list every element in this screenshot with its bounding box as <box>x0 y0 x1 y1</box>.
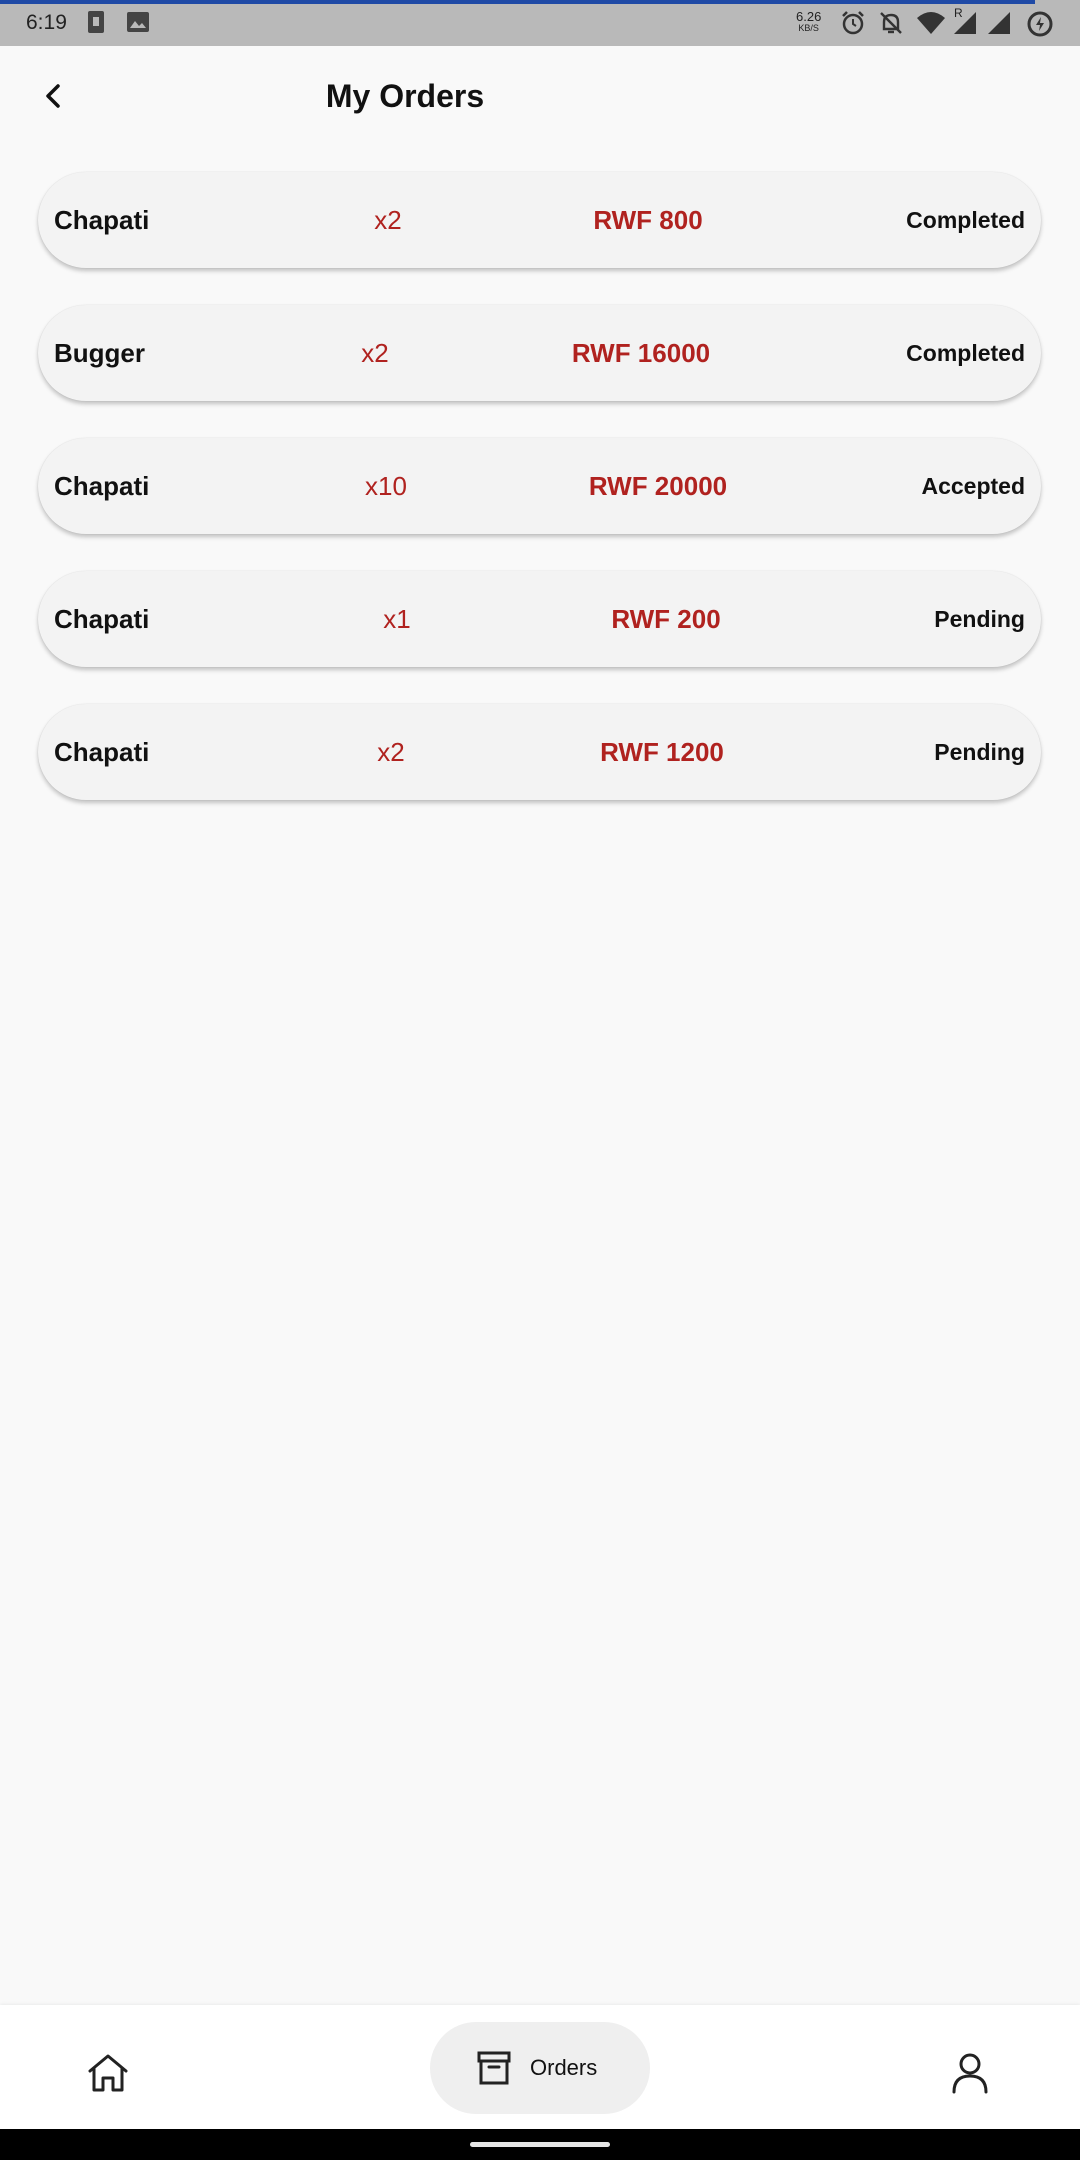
nav-orders-label: Orders <box>530 2055 598 2080</box>
order-price: RWF 200 <box>611 604 721 634</box>
archive-box-icon <box>477 2051 511 2085</box>
network-speed: 6.26 KB/S <box>796 10 821 33</box>
notifications-off-icon <box>878 10 904 42</box>
order-item-name: Chapati <box>54 205 150 235</box>
order-status: Pending <box>934 606 1025 632</box>
order-card[interactable]: Chapati x1 RWF 200 Pending <box>38 571 1041 667</box>
order-quantity: x2 <box>377 737 405 767</box>
order-quantity: x2 <box>361 338 389 368</box>
user-icon <box>952 2053 988 2094</box>
order-item-name: Chapati <box>54 471 150 501</box>
sim-card-icon <box>86 10 108 40</box>
order-price: RWF 20000 <box>588 471 728 501</box>
app-bar: My Orders <box>0 46 1080 156</box>
nav-profile-button[interactable] <box>946 2049 994 2097</box>
bottom-navigation: Orders <box>0 2005 1080 2129</box>
network-speed-unit: KB/S <box>798 23 819 33</box>
home-gesture-handle[interactable] <box>470 2142 610 2147</box>
alarm-icon <box>840 10 866 42</box>
home-icon <box>88 2054 128 2092</box>
order-status: Pending <box>934 739 1025 765</box>
order-status: Accepted <box>921 473 1025 499</box>
cell-signal-icon <box>986 10 1014 42</box>
order-quantity: x2 <box>374 205 402 235</box>
order-item-name: Bugger <box>54 338 145 368</box>
roaming-marker: R <box>954 6 963 20</box>
status-bar: 6:19 6.26 KB/S R <box>0 0 1080 46</box>
order-price: RWF 16000 <box>571 338 711 368</box>
nav-home-button[interactable] <box>84 2049 132 2097</box>
system-navigation-bar <box>0 2129 1080 2160</box>
network-speed-value: 6.26 <box>796 9 822 24</box>
wifi-icon <box>916 10 946 42</box>
nav-orders-button[interactable]: Orders <box>430 2022 650 2114</box>
order-status: Completed <box>906 340 1025 366</box>
order-status: Completed <box>906 207 1025 233</box>
order-price: RWF 1200 <box>600 737 724 767</box>
gallery-icon <box>126 10 150 40</box>
status-bar-progress-line <box>0 0 1035 4</box>
order-item-name: Chapati <box>54 737 150 767</box>
order-quantity: x1 <box>383 604 411 634</box>
order-card[interactable]: Chapati x10 RWF 20000 Accepted <box>38 438 1041 534</box>
order-price: RWF 800 <box>593 205 703 235</box>
order-item-name: Chapati <box>54 604 150 634</box>
order-card[interactable]: Chapati x2 RWF 1200 Pending <box>38 704 1041 800</box>
status-time: 6:19 <box>26 11 67 34</box>
page-title: My Orders <box>325 78 485 114</box>
order-card[interactable]: Bugger x2 RWF 16000 Completed <box>38 305 1041 401</box>
order-quantity: x10 <box>365 471 407 501</box>
orders-list: Chapati x2 RWF 800 Completed Bugger x2 R… <box>38 172 1041 837</box>
order-card[interactable]: Chapati x2 RWF 800 Completed <box>38 172 1041 268</box>
battery-saver-icon <box>1026 10 1054 44</box>
